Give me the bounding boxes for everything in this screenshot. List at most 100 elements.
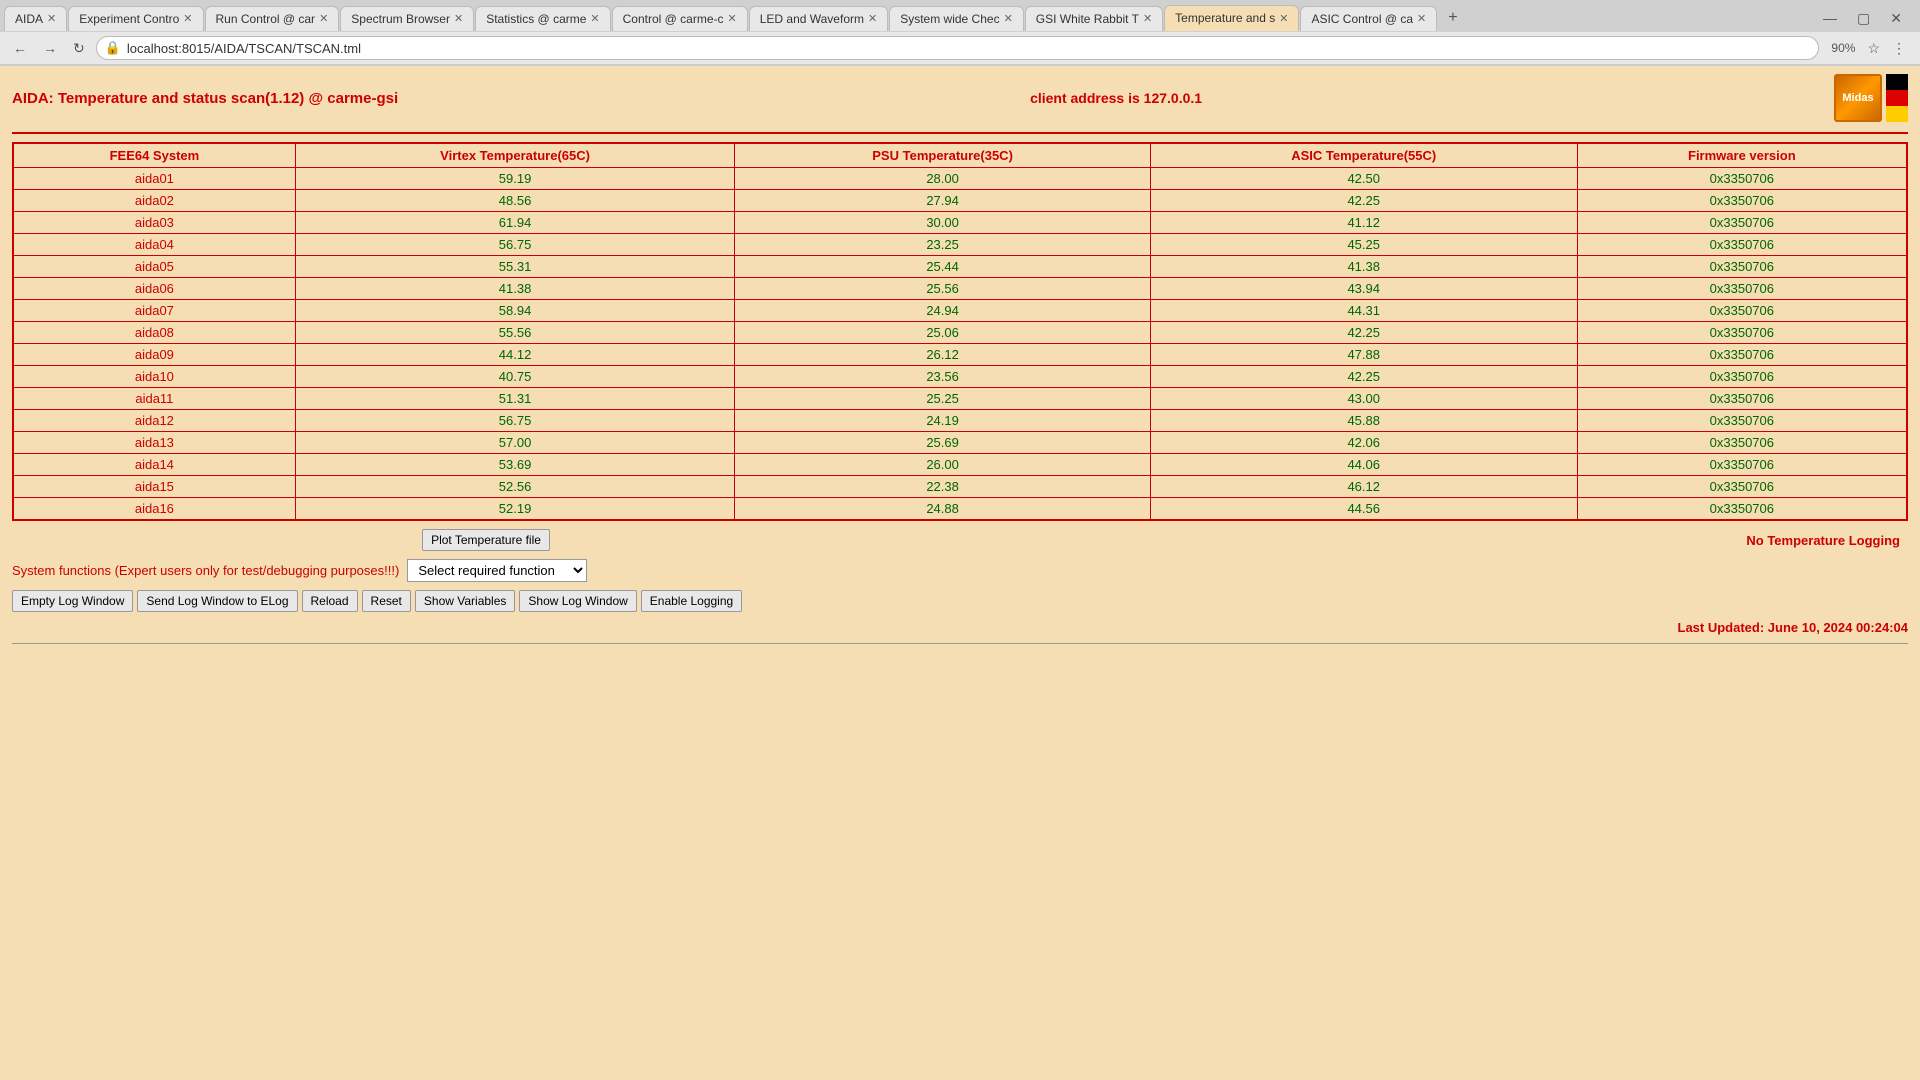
cell-value: 55.31 — [295, 256, 735, 278]
new-tab-button[interactable]: + — [1438, 4, 1467, 32]
reset-button[interactable]: Reset — [362, 590, 411, 612]
cell-value: 41.12 — [1150, 212, 1577, 234]
tab-close-icon[interactable]: ✕ — [728, 12, 737, 25]
function-select[interactable]: Select required function — [407, 559, 587, 582]
cell-system: aida11 — [13, 388, 295, 410]
cell-value: 0x3350706 — [1577, 278, 1907, 300]
tab-experiment-control[interactable]: Experiment Contro ✕ — [68, 6, 203, 31]
cell-value: 25.06 — [735, 322, 1150, 344]
tab-asic-control[interactable]: ASIC Control @ ca ✕ — [1300, 6, 1437, 31]
cell-value: 61.94 — [295, 212, 735, 234]
cell-value: 43.94 — [1150, 278, 1577, 300]
back-button[interactable]: ← — [8, 38, 32, 58]
address-bar: ← → ↻ 🔒 localhost:8015/AIDA/TSCAN/TSCAN.… — [0, 32, 1920, 65]
tab-close-icon[interactable]: ✕ — [1004, 12, 1013, 25]
tab-system-wide[interactable]: System wide Chec ✕ — [889, 6, 1024, 31]
tab-close-icon[interactable]: ✕ — [868, 12, 877, 25]
cell-value: 24.19 — [735, 410, 1150, 432]
cell-value: 40.75 — [295, 366, 735, 388]
cell-value: 26.12 — [735, 344, 1150, 366]
tab-led-waveform[interactable]: LED and Waveform ✕ — [749, 6, 888, 31]
cell-system: aida16 — [13, 498, 295, 521]
tab-close-icon[interactable]: ✕ — [319, 12, 328, 25]
col-header-firmware: Firmware version — [1577, 143, 1907, 168]
cell-value: 24.88 — [735, 498, 1150, 521]
forward-button[interactable]: → — [38, 38, 62, 58]
minimize-button[interactable]: — — [1817, 8, 1843, 28]
cell-value: 0x3350706 — [1577, 212, 1907, 234]
table-row: aida0855.5625.0642.250x3350706 — [13, 322, 1907, 344]
enable-logging-button[interactable]: Enable Logging — [641, 590, 742, 612]
cell-value: 41.38 — [1150, 256, 1577, 278]
table-row: aida0248.5627.9442.250x3350706 — [13, 190, 1907, 212]
tab-close-icon[interactable]: ✕ — [1143, 12, 1152, 25]
cell-system: aida07 — [13, 300, 295, 322]
table-row: aida1652.1924.8844.560x3350706 — [13, 498, 1907, 521]
maximize-button[interactable]: ▢ — [1851, 8, 1876, 29]
cell-value: 42.25 — [1150, 366, 1577, 388]
cell-value: 0x3350706 — [1577, 366, 1907, 388]
cell-value: 55.56 — [295, 322, 735, 344]
cell-system: aida03 — [13, 212, 295, 234]
page-content: AIDA: Temperature and status scan(1.12) … — [0, 66, 1920, 966]
cell-value: 0x3350706 — [1577, 190, 1907, 212]
extensions-button[interactable]: ⋮ — [1886, 38, 1912, 59]
button-row: Empty Log Window Send Log Window to ELog… — [12, 590, 1908, 612]
tab-close-icon[interactable]: ✕ — [47, 12, 56, 25]
cell-value: 42.25 — [1150, 322, 1577, 344]
zoom-level: 90% — [1825, 39, 1861, 57]
address-field[interactable]: 🔒 localhost:8015/AIDA/TSCAN/TSCAN.tml — [96, 36, 1820, 60]
cell-value: 47.88 — [1150, 344, 1577, 366]
show-variables-button[interactable]: Show Variables — [415, 590, 516, 612]
cell-value: 42.06 — [1150, 432, 1577, 454]
german-flag — [1886, 74, 1908, 122]
temperature-table: FEE64 System Virtex Temperature(65C) PSU… — [12, 142, 1908, 521]
cell-system: aida08 — [13, 322, 295, 344]
cell-system: aida13 — [13, 432, 295, 454]
system-functions-row: System functions (Expert users only for … — [12, 559, 1908, 582]
cell-value: 0x3350706 — [1577, 322, 1907, 344]
tab-gsi-white-rabbit[interactable]: GSI White Rabbit T ✕ — [1025, 6, 1163, 31]
col-header-virtex: Virtex Temperature(65C) — [295, 143, 735, 168]
midas-logo: Midas — [1834, 74, 1882, 122]
cell-system: aida02 — [13, 190, 295, 212]
cell-value: 0x3350706 — [1577, 454, 1907, 476]
cell-system: aida12 — [13, 410, 295, 432]
send-log-window-button[interactable]: Send Log Window to ELog — [137, 590, 297, 612]
col-header-system: FEE64 System — [13, 143, 295, 168]
table-row: aida1040.7523.5642.250x3350706 — [13, 366, 1907, 388]
page-title: AIDA: Temperature and status scan(1.12) … — [12, 90, 398, 107]
col-header-psu: PSU Temperature(35C) — [735, 143, 1150, 168]
tab-spectrum-browser[interactable]: Spectrum Browser ✕ — [340, 6, 474, 31]
cell-value: 44.12 — [295, 344, 735, 366]
cell-value: 0x3350706 — [1577, 388, 1907, 410]
cell-value: 25.56 — [735, 278, 1150, 300]
close-button[interactable]: ✕ — [1884, 8, 1908, 29]
cell-value: 22.38 — [735, 476, 1150, 498]
cell-value: 0x3350706 — [1577, 344, 1907, 366]
tab-close-icon[interactable]: ✕ — [1417, 12, 1426, 25]
cell-value: 42.25 — [1150, 190, 1577, 212]
cell-value: 0x3350706 — [1577, 476, 1907, 498]
show-log-window-button[interactable]: Show Log Window — [519, 590, 636, 612]
tab-close-icon[interactable]: ✕ — [454, 12, 463, 25]
reload-button[interactable]: ↻ — [68, 38, 90, 59]
tab-control[interactable]: Control @ carme-c ✕ — [612, 6, 748, 31]
bottom-divider — [12, 643, 1908, 644]
cell-value: 0x3350706 — [1577, 432, 1907, 454]
cell-value: 0x3350706 — [1577, 498, 1907, 521]
empty-log-window-button[interactable]: Empty Log Window — [12, 590, 133, 612]
bookmark-icon[interactable]: ☆ — [1867, 40, 1880, 57]
cell-value: 46.12 — [1150, 476, 1577, 498]
security-icon: 🔒 — [105, 40, 121, 56]
plot-temperature-button[interactable]: Plot Temperature file — [422, 529, 550, 551]
tab-close-icon[interactable]: ✕ — [183, 12, 192, 25]
tab-run-control[interactable]: Run Control @ car ✕ — [205, 6, 340, 31]
tab-temperature[interactable]: Temperature and s ✕ — [1164, 5, 1299, 31]
tab-close-icon[interactable]: ✕ — [1279, 12, 1288, 25]
tab-statistics[interactable]: Statistics @ carme ✕ — [475, 6, 610, 31]
tab-close-icon[interactable]: ✕ — [590, 12, 599, 25]
reload-button[interactable]: Reload — [302, 590, 358, 612]
tab-aida[interactable]: AIDA ✕ — [4, 6, 67, 31]
table-row: aida0361.9430.0041.120x3350706 — [13, 212, 1907, 234]
